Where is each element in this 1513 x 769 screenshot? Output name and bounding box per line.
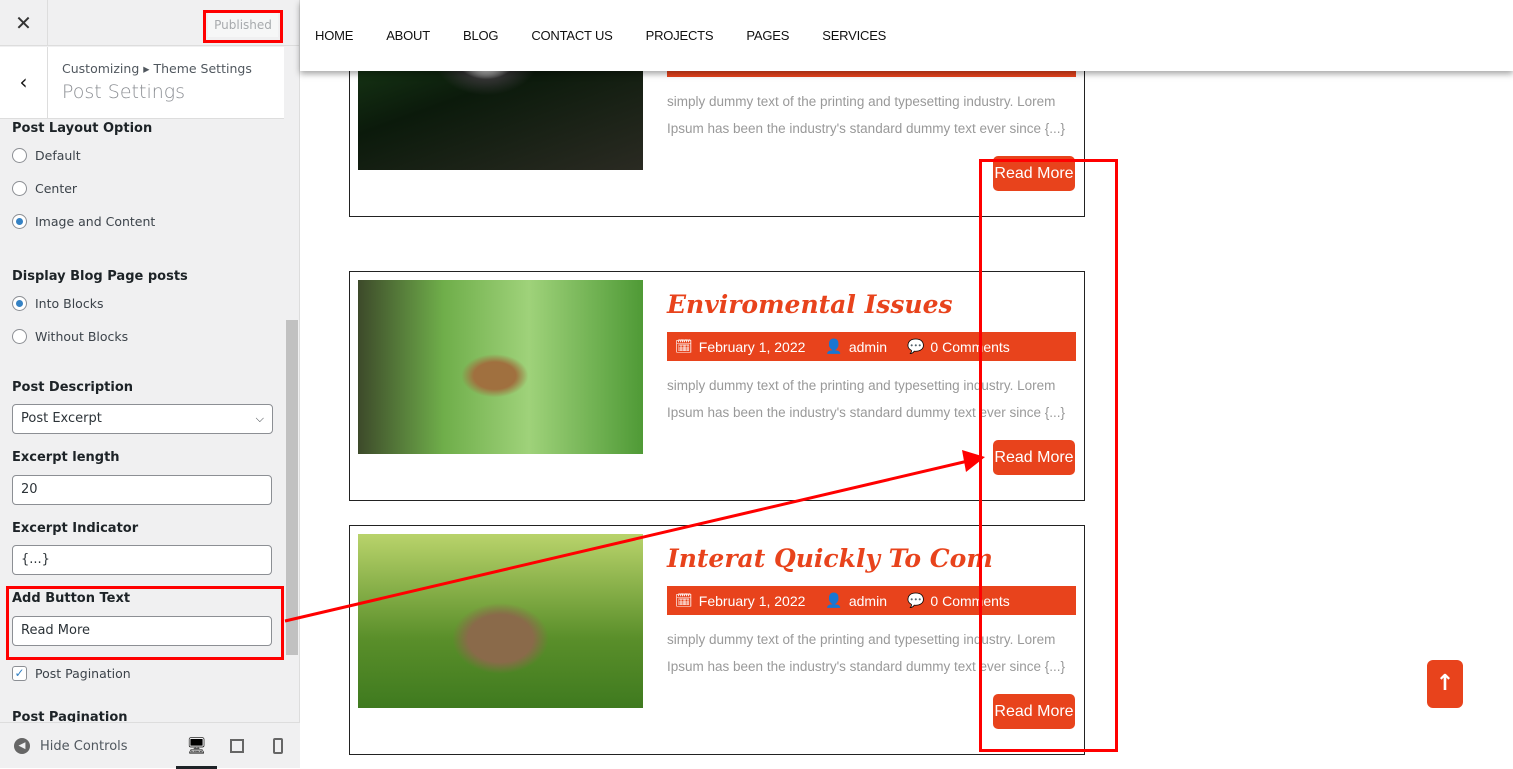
annotation-arrow <box>284 450 985 623</box>
